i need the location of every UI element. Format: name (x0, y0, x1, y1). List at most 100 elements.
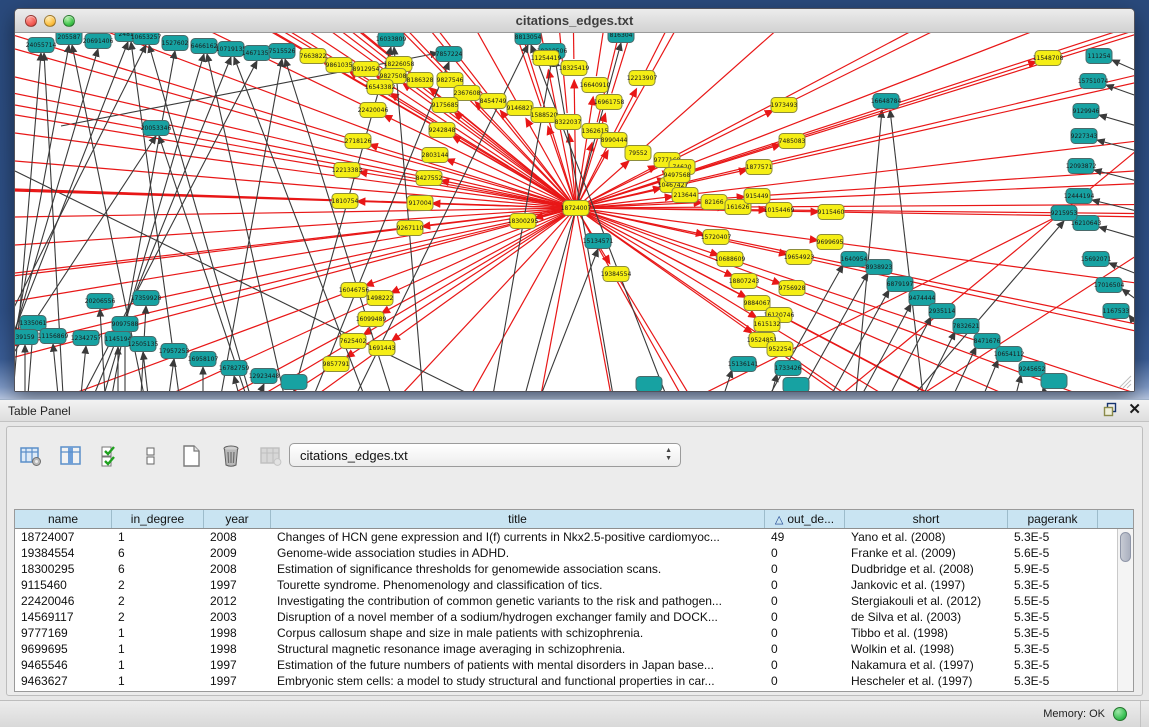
graph-node-label: 15720407 (701, 234, 732, 241)
new-column-icon[interactable] (177, 442, 205, 470)
graph-node-label: 16961758 (594, 99, 625, 106)
graph-node-label: 1167533 (1103, 308, 1130, 315)
table-cell: 5.3E-5 (1008, 673, 1098, 689)
table-cell: 2 (112, 593, 204, 609)
column-header-out_de[interactable]: △out_de... (765, 510, 845, 528)
citation-edge-black[interactable] (259, 384, 264, 391)
table-cell: Disruption of a novel member of a sodium… (271, 609, 765, 625)
graph-node-label: 12093872 (1066, 163, 1097, 170)
table-cell: 0 (765, 561, 845, 577)
graph-node-label: 816304 (610, 33, 633, 39)
citation-edge-black[interactable] (149, 45, 250, 391)
table-row[interactable]: 969969511998Structural magnetic resonanc… (15, 641, 1117, 657)
table-selector-dropdown[interactable]: citations_edges.txt ▲▼ (289, 443, 681, 467)
citation-edge-black[interactable] (143, 352, 148, 391)
table-row[interactable]: 1872400712008Changes of HCN gene express… (15, 529, 1117, 545)
graph-node[interactable] (636, 377, 662, 392)
graph-node-label: 18724007 (561, 205, 592, 212)
table-cell: Nakamura et al. (1997) (845, 657, 1008, 673)
graph-node-label: 18300295 (508, 218, 539, 225)
column-header-title[interactable]: title (271, 510, 765, 528)
table-row[interactable]: 2242004622012Investigating the contribut… (15, 593, 1117, 609)
graph-node-label: 16210643 (1071, 220, 1102, 227)
citation-edge-red[interactable] (422, 208, 576, 227)
citation-edge-black[interactable] (1099, 115, 1134, 126)
citation-edge-black[interactable] (394, 47, 423, 391)
table-panel-header[interactable]: Table Panel ✕ (0, 400, 1149, 422)
column-header-short[interactable]: short (845, 510, 1008, 528)
float-panel-icon[interactable] (1103, 402, 1118, 417)
column-header-in_degree[interactable]: in_degree (112, 510, 204, 528)
graph-node[interactable] (783, 378, 809, 392)
network-canvas[interactable]: 2405571420558720691406248171065325715276… (15, 33, 1134, 391)
citation-edge-red[interactable] (15, 302, 372, 391)
table-row[interactable]: 911546021997Tourette syndrome. Phenomeno… (15, 577, 1117, 593)
citation-edge-black[interactable] (81, 346, 86, 391)
network-window-titlebar[interactable]: citations_edges.txt (15, 9, 1134, 33)
table-row[interactable]: 977716911998Corpus callosum shape and si… (15, 625, 1117, 641)
graph-node[interactable] (1041, 374, 1067, 389)
table-row[interactable]: 1830029562008Estimation of significance … (15, 561, 1117, 577)
column-header-name[interactable]: name (15, 510, 112, 528)
scrollbar-thumb[interactable] (1120, 532, 1131, 562)
delete-table-icon[interactable] (257, 442, 285, 470)
citation-edge-red[interactable] (768, 33, 1134, 165)
graph-node-label: 1498222 (367, 295, 394, 302)
close-panel-icon[interactable]: ✕ (1128, 402, 1141, 417)
graph-node-label: 16640910 (580, 82, 611, 89)
graph-node-label: 12213383 (332, 167, 363, 174)
table-row[interactable]: 946554611997Estimation of the future num… (15, 657, 1117, 673)
citation-edge-black[interactable] (1112, 60, 1134, 71)
citation-edge-red[interactable] (541, 208, 576, 391)
graph-node-label: 9115460 (818, 209, 845, 216)
graph-node-label: 7485083 (779, 138, 806, 145)
table-settings-icon[interactable] (17, 442, 45, 470)
citation-edge-black[interactable] (53, 344, 58, 391)
graph-node-label: 9474444 (909, 295, 936, 302)
table-cell: Structural magnetic resonance image aver… (271, 641, 765, 657)
citation-edge-black[interactable] (1092, 200, 1134, 211)
citation-edge-black[interactable] (1129, 315, 1134, 326)
table-row[interactable]: 1456911722003Disruption of a novel membe… (15, 609, 1117, 625)
citation-edge-red[interactable] (775, 329, 1134, 391)
memory-status-indicator[interactable] (1113, 707, 1127, 721)
citation-edge-black[interactable] (234, 376, 239, 391)
citation-edge-red[interactable] (675, 33, 1134, 156)
citation-edge-red[interactable] (694, 88, 1134, 194)
unselect-all-icon[interactable] (137, 442, 165, 470)
table-cell: 2008 (204, 529, 271, 545)
graph-node-label: 1733426 (775, 365, 802, 372)
resize-grip-icon[interactable] (1118, 375, 1132, 389)
citation-edge-red[interactable] (618, 33, 1053, 132)
citation-edge-black[interactable] (541, 249, 598, 391)
citation-edge-black[interactable] (856, 110, 882, 391)
graph-node-label: 16046756 (339, 287, 370, 294)
graph-node-label: 1691443 (369, 345, 396, 352)
table-row[interactable]: 946362711997Embryonic stem cells: a mode… (15, 673, 1117, 689)
graph-node-label: 9827508 (380, 73, 407, 80)
select-all-icon[interactable] (97, 442, 125, 470)
citation-edge-black[interactable] (1016, 375, 1021, 391)
citation-edge-red[interactable] (752, 285, 1134, 391)
column-header-pagerank[interactable]: pagerank (1008, 510, 1098, 528)
citation-edge-black[interactable] (15, 171, 471, 391)
graph-node[interactable] (281, 375, 307, 390)
citation-edge-black[interactable] (1122, 289, 1134, 300)
graph-node-label: 8454749 (480, 98, 507, 105)
citation-edge-black[interactable] (1109, 263, 1134, 274)
citation-edge-black[interactable] (1099, 227, 1134, 238)
citation-edge-red[interactable] (471, 208, 576, 391)
citation-edge-black[interactable] (954, 347, 976, 391)
table-cell: 0 (765, 609, 845, 625)
graph-node-label: 12213907 (627, 75, 658, 82)
table-row[interactable]: 1938455462009Genome-wide association stu… (15, 545, 1117, 561)
vertical-scrollbar[interactable] (1117, 529, 1133, 691)
select-column-icon[interactable] (57, 442, 85, 470)
column-header-year[interactable]: year (204, 510, 271, 528)
table-cell: 5.9E-5 (1008, 561, 1098, 577)
citation-edge-black[interactable] (890, 317, 931, 391)
delete-column-icon[interactable] (217, 442, 245, 470)
citation-edge-red[interactable] (765, 307, 1134, 391)
citation-edge-black[interactable] (169, 359, 174, 391)
citation-edge-red[interactable] (787, 354, 1134, 391)
